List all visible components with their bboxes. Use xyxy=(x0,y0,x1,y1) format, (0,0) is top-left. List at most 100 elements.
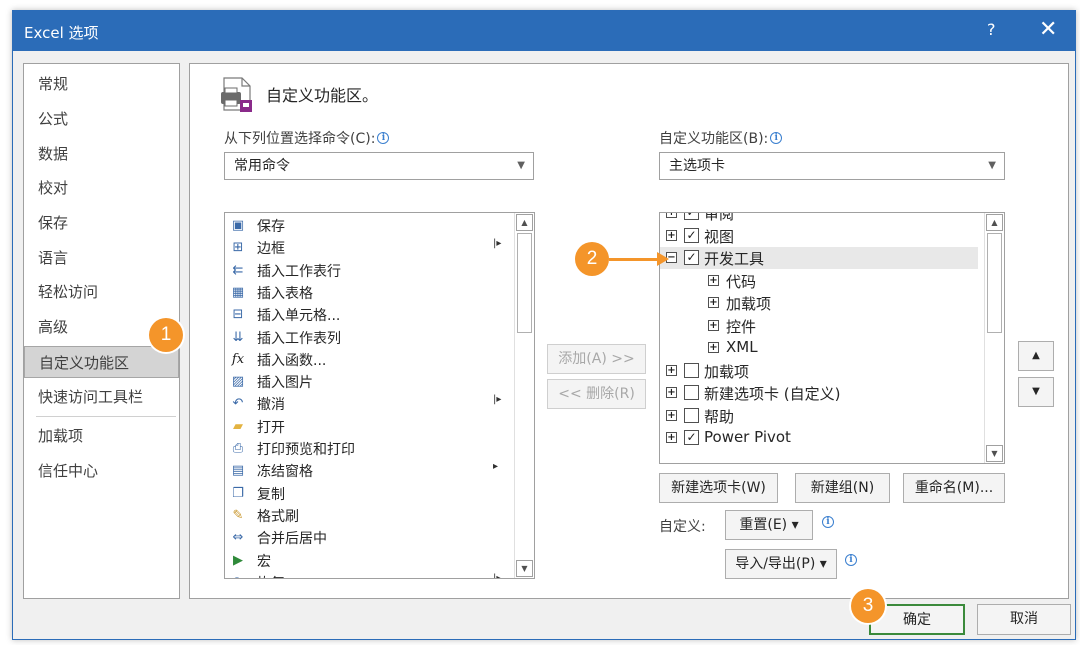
rename-button[interactable]: 重命名(M)... xyxy=(903,473,1005,503)
command-list-item[interactable]: ⎙ 打印预览和打印 xyxy=(227,438,507,460)
expand-icon[interactable]: + xyxy=(708,319,719,331)
tab-checkbox[interactable] xyxy=(684,407,699,423)
ribbon-tree-item[interactable]: − ✓ 开发工具 xyxy=(660,247,978,269)
nav-item-trust-center[interactable]: 信任中心 xyxy=(24,455,179,487)
expand-icon[interactable]: + xyxy=(666,409,677,421)
command-list-item[interactable]: ⊞ 边框 |▸ xyxy=(227,237,507,259)
scroll-up-icon[interactable]: ▲ xyxy=(986,214,1003,231)
scroll-down-icon[interactable]: ▼ xyxy=(986,445,1003,462)
nav-item-customize-ribbon[interactable]: 自定义功能区 xyxy=(24,346,179,378)
nav-item-save[interactable]: 保存 xyxy=(24,207,179,239)
tab-checkbox[interactable] xyxy=(684,362,699,378)
command-list-item[interactable]: ▶ 宏 xyxy=(227,550,507,572)
customize-ribbon-label: 自定义功能区(B): i xyxy=(659,128,783,148)
reset-dropdown-button[interactable]: 重置(E) ▾ xyxy=(725,510,813,540)
chevron-down-icon: ▼ xyxy=(988,160,996,171)
command-label: 插入图片 xyxy=(257,375,313,392)
choose-commands-combo[interactable]: 常用命令 ▼ xyxy=(224,152,534,180)
nav-item-general[interactable]: 常规 xyxy=(24,68,179,100)
command-list-item[interactable]: ▰ 打开 xyxy=(227,416,507,438)
macro-icon: ▶ xyxy=(233,552,243,568)
command-list-item[interactable]: ⇇ 插入工作表行 xyxy=(227,260,507,282)
command-label: 冻结窗格 xyxy=(257,464,313,481)
command-label: 插入工作表行 xyxy=(257,263,341,280)
new-tab-button[interactable]: 新建选项卡(W) xyxy=(659,473,778,503)
command-label: 打印预览和打印 xyxy=(257,442,355,458)
ribbon-tree-item[interactable]: + 加载项 xyxy=(660,360,978,382)
command-list-item[interactable]: ▦ 插入表格 xyxy=(227,282,507,304)
expand-icon[interactable]: + xyxy=(666,387,677,398)
cancel-button[interactable]: 取消 xyxy=(977,604,1071,635)
help-icon[interactable]: ? xyxy=(987,20,996,39)
ribbon-tree-item[interactable]: + 控件 xyxy=(660,315,978,337)
scroll-thumb[interactable] xyxy=(987,233,1002,333)
nav-item-accessibility[interactable]: 轻松访问 xyxy=(24,276,179,308)
expand-icon[interactable]: + xyxy=(666,364,677,376)
command-label: 合并后居中 xyxy=(257,531,327,548)
ribbon-tabs-combo[interactable]: 主选项卡 ▼ xyxy=(659,152,1005,180)
expand-icon[interactable]: + xyxy=(708,297,719,308)
new-group-button[interactable]: 新建组(N) xyxy=(795,473,890,503)
ribbon-tree-item[interactable]: + 代码 xyxy=(660,270,978,292)
tab-checkbox[interactable]: ✓ xyxy=(684,430,699,445)
nav-item-addins[interactable]: 加载项 xyxy=(24,420,179,452)
commands-listbox[interactable]: ↷恢复|▸▶宏⇔合并后居中✎格式刷❐复制▤冻结窗格▸⎙打印预览和打印▰打开↶撤消… xyxy=(224,212,535,579)
scroll-up-icon[interactable]: ▲ xyxy=(516,214,533,231)
expand-icon[interactable]: + xyxy=(666,229,677,241)
command-list-item[interactable]: ▤ 冻结窗格 ▸ xyxy=(227,460,507,482)
ribbon-tree-scrollbar[interactable]: ▲ ▼ xyxy=(984,213,1004,463)
tab-checkbox[interactable]: ✓ xyxy=(684,213,699,220)
move-up-button[interactable]: ▲ xyxy=(1018,341,1054,371)
import-export-dropdown-button[interactable]: 导入/导出(P) ▾ xyxy=(725,549,837,579)
commands-scrollbar[interactable]: ▲ ▼ xyxy=(514,213,534,578)
command-list-item[interactable]: ⇊ 插入工作表列 xyxy=(227,327,507,349)
command-list-item[interactable]: ↶ 撤消 |▸ xyxy=(227,393,507,415)
nav-item-proofing[interactable]: 校对 xyxy=(24,172,179,204)
expand-icon[interactable]: + xyxy=(666,432,677,443)
nav-item-language[interactable]: 语言 xyxy=(24,242,179,274)
ribbon-tree-item[interactable]: + 新建选项卡 (自定义) xyxy=(660,382,978,404)
scroll-thumb[interactable] xyxy=(517,233,532,333)
choose-commands-label: 从下列位置选择命令(C): i xyxy=(224,128,390,148)
step-badge-3: 3 xyxy=(851,589,885,623)
scroll-down-icon[interactable]: ▼ xyxy=(516,560,533,577)
command-list-item[interactable]: ⇔ 合并后居中 xyxy=(227,527,507,549)
add-button[interactable]: 添加(A) >> xyxy=(547,344,646,374)
expand-icon[interactable]: + xyxy=(708,342,719,353)
command-list-item[interactable]: fx 插入函数... xyxy=(227,349,507,371)
insert-cell-icon: ⊟ xyxy=(232,307,244,323)
info-icon: i xyxy=(845,554,857,566)
expand-icon[interactable]: + xyxy=(708,274,719,286)
ribbon-tree-item[interactable]: + ✓ 审阅 xyxy=(660,213,978,224)
tree-item-label: Power Pivot xyxy=(704,428,791,446)
command-list-item[interactable]: ⊟ 插入单元格... xyxy=(227,304,507,326)
command-list-item[interactable]: ❐ 复制 xyxy=(227,483,507,505)
nav-item-quick-access-toolbar[interactable]: 快速访问工具栏 xyxy=(24,381,179,413)
tree-item-label: 代码 xyxy=(726,272,757,291)
expand-icon[interactable]: + xyxy=(666,213,677,218)
command-list-item[interactable]: ▣ 保存 xyxy=(227,215,507,237)
command-label: 插入单元格... xyxy=(257,308,341,325)
close-icon[interactable]: ✕ xyxy=(1039,17,1057,42)
command-label: 撤消 xyxy=(257,397,285,414)
tab-checkbox[interactable] xyxy=(684,385,699,400)
nav-item-data[interactable]: 数据 xyxy=(24,138,179,170)
command-label: 打开 xyxy=(257,419,285,436)
ribbon-tree-item[interactable]: + ✓ Power Pivot xyxy=(660,427,978,449)
ribbon-tree-item[interactable]: + 加载项 xyxy=(660,292,978,314)
ribbon-tree-item[interactable]: + 帮助 xyxy=(660,405,978,427)
command-list-item[interactable]: ▨ 插入图片 xyxy=(227,371,507,393)
tree-item-label: 新建选项卡 (自定义) xyxy=(704,385,841,403)
ribbon-tree-item[interactable]: + XML xyxy=(660,337,978,359)
command-list-item[interactable]: ✎ 格式刷 xyxy=(227,505,507,527)
ribbon-tree-item[interactable]: + ✓ 视图 xyxy=(660,225,978,247)
customize-ribbon-panel: 自定义功能区。 从下列位置选择命令(C):i 常用命令 ▼ ↷恢复|▸▶宏⇔合并… xyxy=(189,63,1069,599)
tab-checkbox[interactable]: ✓ xyxy=(684,250,699,265)
ribbon-tree[interactable]: + ✓ Power Pivot + 帮助 + 新建选项卡 (自定义) + 加载项 + XML + 控件 +… xyxy=(659,212,1005,464)
format-painter-icon: ✎ xyxy=(232,507,244,523)
command-list-item[interactable]: ↷ 恢复 |▸ xyxy=(227,572,507,578)
tab-checkbox[interactable]: ✓ xyxy=(684,227,699,243)
move-down-button[interactable]: ▼ xyxy=(1018,377,1054,407)
remove-button[interactable]: << 删除(R) xyxy=(547,379,646,409)
nav-item-formulas[interactable]: 公式 xyxy=(24,103,179,135)
